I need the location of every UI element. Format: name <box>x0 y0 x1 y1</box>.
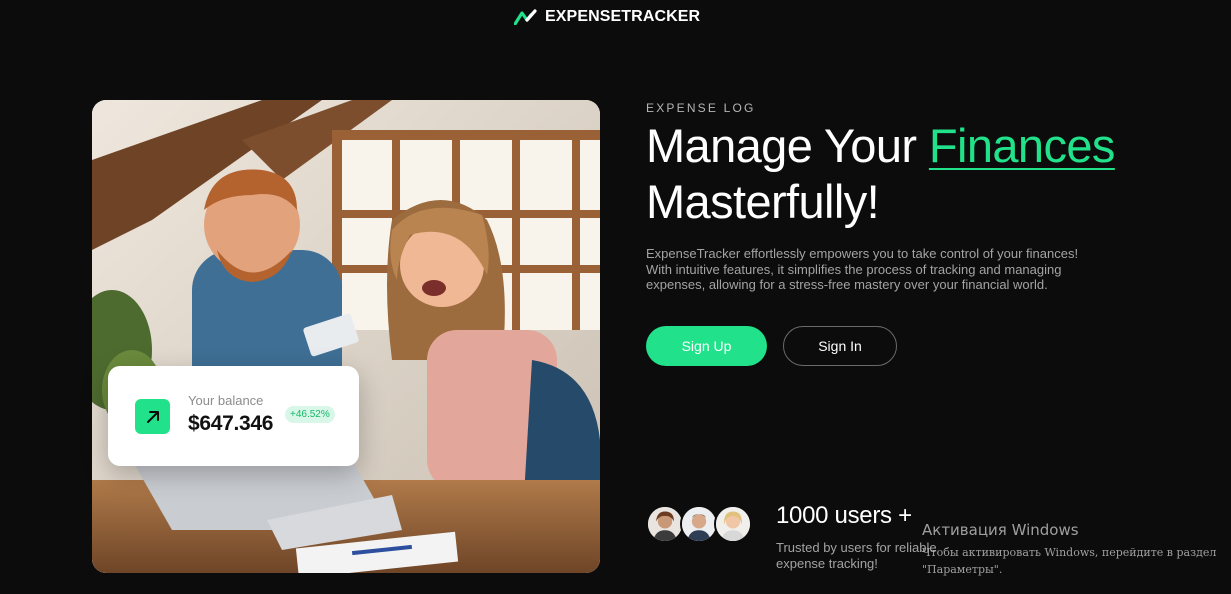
hero-headline: Manage Your Finances Masterfully! <box>646 118 1206 230</box>
hero-description: ExpenseTracker effortlessly empowers you… <box>646 246 1079 292</box>
balance-card: Your balance $647.346 +46.52% <box>108 366 359 466</box>
brand-name: EXPENSETRACKER <box>545 8 701 25</box>
signin-button[interactable]: Sign In <box>783 326 897 366</box>
windows-activation-watermark: Активация Windows Чтобы активировать Win… <box>922 521 1222 578</box>
section-eyebrow: EXPENSE LOG <box>646 101 756 115</box>
windows-watermark-text: Чтобы активировать Windows, перейдите в … <box>922 546 1217 576</box>
logo-icon <box>514 9 537 25</box>
users-description: Trusted by users for reliable expense tr… <box>776 540 937 571</box>
balance-value: $647.346 <box>188 412 274 435</box>
arrow-up-right-icon <box>135 399 170 434</box>
hero-photo <box>92 100 600 573</box>
couple-photo-illustration <box>92 100 600 573</box>
headline-part2: Masterfully! <box>646 175 880 228</box>
headline-accent: Finances <box>928 119 1116 172</box>
avatar <box>680 505 718 543</box>
avatar <box>646 505 684 543</box>
balance-label: Your balance <box>188 393 264 408</box>
brand-logo[interactable]: EXPENSETRACKER <box>514 8 700 26</box>
user-avatars <box>646 505 756 543</box>
avatar <box>714 505 752 543</box>
signup-button[interactable]: Sign Up <box>646 326 767 366</box>
balance-change-badge: +46.52% <box>285 406 335 423</box>
windows-watermark-title: Активация Windows <box>922 521 1079 539</box>
headline-part1: Manage Your <box>646 119 929 172</box>
users-count: 1000 users + <box>776 502 912 529</box>
